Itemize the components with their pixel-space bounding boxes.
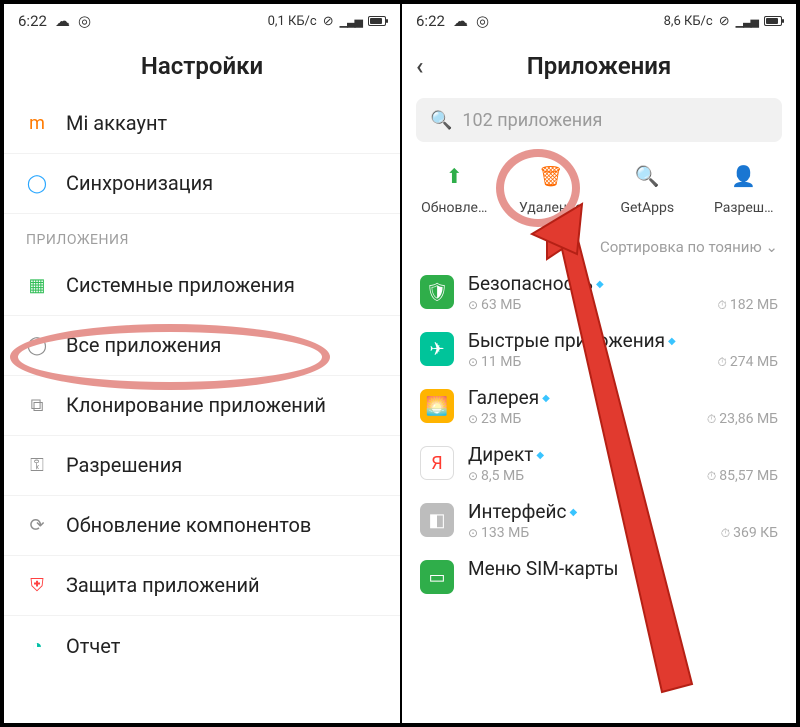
page-title: ‹ Приложения [402,38,796,94]
row-component-update[interactable]: ⟳ Обновление компонентов [4,496,400,556]
page-title-text: Приложения [527,52,672,80]
row-app-protection[interactable]: ⛨ Защита приложений [4,556,400,616]
status-net-speed: 8,6 КБ/с [664,14,713,29]
status-battery-icon [764,16,782,26]
app-cache: 182 МБ [718,297,778,313]
status-icon-nosim: ⊘ [719,14,730,29]
permissions-icon: ⚿ [26,455,48,477]
page-title-text: Настройки [141,52,263,80]
app-size: 23 МБ [468,411,521,427]
yandex-icon: Я [420,446,454,480]
shortcut-row: ⬆ Обновле… 🗑 Удаление 🔍 GetApps 👤 Разреш… [402,152,796,228]
row-label: Синхронизация [66,171,378,196]
status-signal-icon: ▁▃▅ [340,15,362,28]
sim-icon: ▭ [420,560,454,594]
row-label: Защита приложений [66,573,378,598]
clone-icon: ⧉ [26,395,48,417]
row-label: Разрешения [66,453,378,478]
status-icon-ig: ◎ [78,12,91,30]
update-icon: ⟳ [26,515,48,537]
back-button[interactable]: ‹ [416,52,423,80]
sort-dropdown[interactable]: Сортировка по тоянию ⌄ [402,228,796,262]
status-time: 6:22 [416,12,445,30]
circle-icon: ◯ [26,335,48,357]
status-net-speed: 0,1 КБ/с [268,14,317,29]
shield-icon: 🛡 [420,275,454,309]
shortcut-updates[interactable]: ⬆ Обновле… [406,158,503,216]
app-size: 11 МБ [468,354,521,370]
row-label: Системные приложения [66,273,378,298]
app-name: Директ [468,443,533,466]
shortcut-permissions[interactable]: 👤 Разреш… [696,158,793,216]
status-icon-cloud: ☁ [55,12,70,30]
app-row-gallery[interactable]: 🌅 Галерея◆ 23 МБ23,86 МБ [402,376,796,433]
row-report[interactable]: ◔ Отчет [4,616,400,676]
page-title: Настройки [4,38,400,94]
app-name: Меню SIM-карты [468,557,619,580]
app-name: Быстрые приложения [468,329,665,352]
row-mi-account[interactable]: m Mi аккаунт [4,94,400,154]
shortcut-label: Разреш… [714,200,773,216]
app-size: 63 МБ [468,297,521,313]
status-bar: 6:22 ☁ ◎ 8,6 КБ/с ⊘ ▁▃▅ [402,4,796,38]
row-sync[interactable]: ◯ Синхронизация [4,154,400,214]
app-cache: 369 КБ [721,525,778,541]
row-all-apps[interactable]: ◯ Все приложения [4,316,400,376]
app-size: 8,5 МБ [468,468,524,484]
interface-icon: ◧ [420,503,454,537]
status-battery-icon [368,16,386,26]
app-cache: 274 МБ [718,354,778,370]
trash-icon: 🗑 [533,158,569,194]
status-bar: 6:22 ☁ ◎ 0,1 КБ/с ⊘ ▁▃▅ [4,4,400,38]
sync-icon: ◯ [26,173,48,195]
status-time: 6:22 [18,12,47,30]
app-name: Галерея [468,386,539,409]
status-icon-ig: ◎ [476,12,489,30]
row-permissions[interactable]: ⚿ Разрешения [4,436,400,496]
row-label: Все приложения [66,333,378,358]
app-row-interface[interactable]: ◧ Интерфейс◆ 133 МБ369 КБ [402,490,796,547]
row-label: Mi аккаунт [66,111,378,136]
shortcut-label: GetApps [620,200,674,216]
grid-icon: ▦ [26,275,48,297]
row-label: Отчет [66,634,378,659]
app-cache: 85,57 МБ [707,468,778,484]
app-row-quick-apps[interactable]: ✈ Быстрые приложения◆ 11 МБ274 МБ [402,319,796,376]
app-name: Интерфейс [468,500,566,523]
app-cache: 23,86 МБ [707,411,778,427]
row-clone-apps[interactable]: ⧉ Клонирование приложений [4,376,400,436]
phone-right-apps: 6:22 ☁ ◎ 8,6 КБ/с ⊘ ▁▃▅ ‹ Приложения 🔍 1… [400,4,796,723]
app-row-sim-menu[interactable]: ▭ Меню SIM-карты [402,547,796,600]
shortcut-uninstall[interactable]: 🗑 Удаление [503,158,600,216]
status-icon-cloud: ☁ [453,12,468,30]
phone-left-settings: 6:22 ☁ ◎ 0,1 КБ/с ⊘ ▁▃▅ Настройки m Mi а… [4,4,400,723]
app-row-direct[interactable]: Я Директ◆ 8,5 МБ85,57 МБ [402,433,796,490]
chevron-down-icon: ⌄ [765,238,778,256]
shield-icon: ⛨ [26,575,48,597]
row-label: Обновление компонентов [66,513,378,538]
app-name: Безопасность [468,272,593,295]
report-icon: ◔ [26,635,48,657]
row-label: Клонирование приложений [66,393,378,418]
arrow-up-icon: ⬆ [436,158,472,194]
status-icon-nosim: ⊘ [323,14,334,29]
shortcut-label: Обновле… [421,200,487,216]
shortcut-label: Удаление [519,200,582,216]
sort-label: Сортировка по тоянию [600,238,762,256]
search-placeholder: 102 приложения [462,110,602,131]
user-icon: 👤 [726,158,762,194]
shortcut-getapps[interactable]: 🔍 GetApps [599,158,696,216]
plane-icon: ✈ [420,332,454,366]
app-row-security[interactable]: 🛡 Безопасность◆ 63 МБ182 МБ [402,262,796,319]
search-bar[interactable]: 🔍 102 приложения [416,98,782,142]
row-system-apps[interactable]: ▦ Системные приложения [4,256,400,316]
search-icon: 🔍 [430,110,452,131]
section-header-apps: ПРИЛОЖЕНИЯ [4,214,400,256]
status-signal-icon: ▁▃▅ [736,15,758,28]
magnifier-icon: 🔍 [629,158,665,194]
app-size: 133 МБ [468,525,529,541]
gallery-icon: 🌅 [420,389,454,423]
mi-icon: m [26,113,48,135]
